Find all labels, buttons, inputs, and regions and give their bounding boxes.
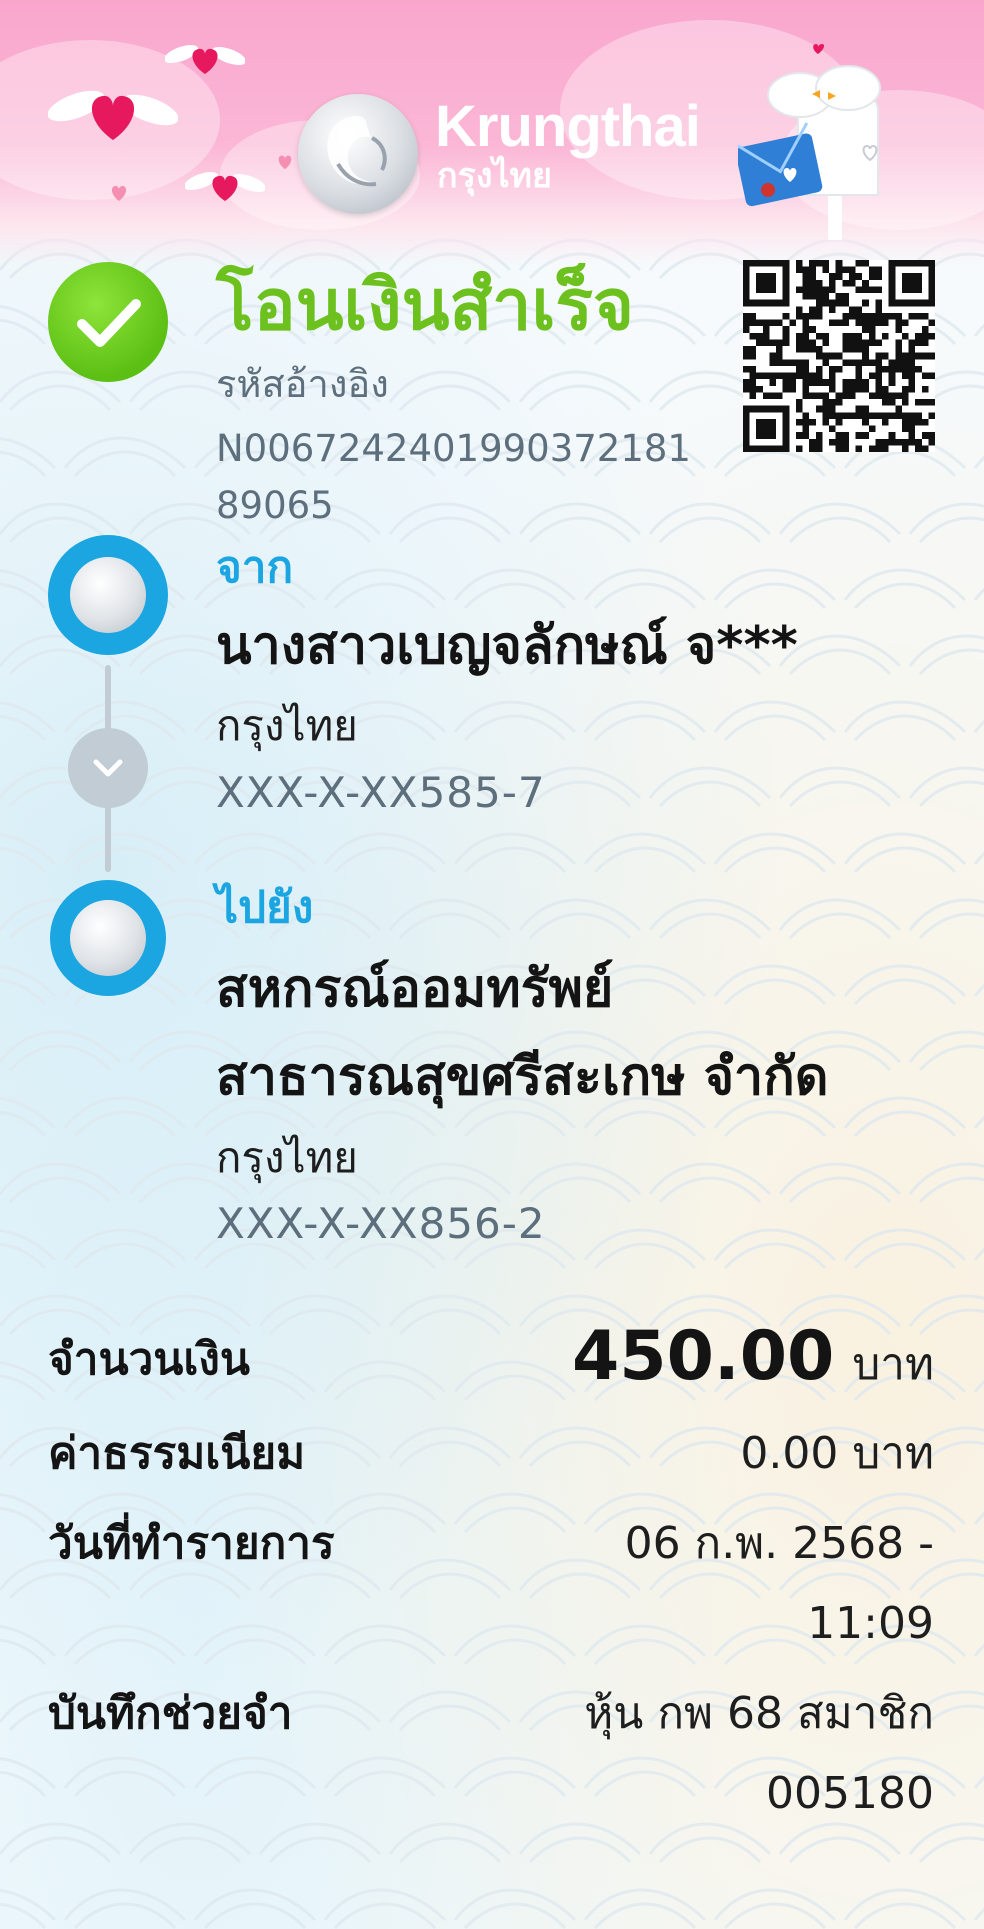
receiver-account-number: XXX-X-XX856-2	[216, 1199, 546, 1248]
small-heart-icon	[278, 155, 292, 170]
memo-label: บันทึกช่วยจำ	[48, 1688, 293, 1739]
qr-code-icon[interactable]	[743, 260, 935, 452]
from-label: จาก	[216, 542, 294, 593]
transfer-success-title: โอนเงินสำเร็จ	[216, 264, 635, 346]
sender-bank-logo	[48, 535, 168, 655]
krungthai-logo-icon	[298, 94, 418, 214]
brand-name-en: Krungthai	[435, 94, 701, 159]
receiver-bank-logo	[50, 880, 166, 996]
winged-heart-icon	[48, 90, 178, 140]
krungthai-logo-icon	[70, 900, 146, 976]
sender-bank-name: กรุงไทย	[216, 701, 358, 750]
small-heart-icon	[111, 185, 127, 201]
receiver-bank-name: กรุงไทย	[216, 1133, 358, 1182]
header-banner: Krungthai กรุงไทย	[0, 0, 984, 265]
krungthai-logo-icon	[70, 557, 146, 633]
timeline-connector	[105, 665, 111, 731]
chevron-down-icon	[68, 728, 148, 808]
amount-value-row: 450.00 บาท	[572, 1312, 934, 1410]
fee-label: ค่าธรรมเนียม	[48, 1428, 306, 1479]
to-label: ไปยัง	[216, 882, 314, 933]
reference-number: N006724240199037218189065	[216, 427, 691, 527]
receiver-name-line2: สาธารณสุขศรีสะเกษ จำกัด	[216, 1047, 829, 1107]
reference-label: รหัสอ้างอิง	[216, 362, 389, 406]
winged-heart-icon	[185, 171, 265, 201]
krungthai-wordmark: Krungthai กรุงไทย	[435, 94, 701, 195]
winged-heart-icon	[165, 44, 245, 74]
brand-name-th: กรุงไทย	[437, 157, 552, 195]
lovebirds-mailbox-icon	[738, 44, 881, 240]
sender-account-number: XXX-X-XX585-7	[216, 768, 546, 817]
sender-name: นางสาวเบญจลักษณ์ จ***	[216, 616, 798, 676]
fee-value: 0.00 บาท	[740, 1428, 934, 1479]
transaction-date-label: วันที่ทำรายการ	[48, 1518, 335, 1569]
success-check-icon	[48, 262, 168, 382]
amount-unit: บาท	[852, 1339, 934, 1390]
amount-value: 450.00	[571, 1317, 835, 1396]
transaction-date-value: 06 ก.พ. 2568 -	[624, 1518, 934, 1569]
receiver-name-line1: สหกรณ์ออมทรัพย์	[216, 959, 614, 1019]
transaction-time-value: 11:09	[807, 1598, 934, 1649]
memo-value-line1: หุ้น กพ 68 สมาชิก	[584, 1688, 934, 1739]
memo-value-line2: 005180	[766, 1768, 934, 1819]
timeline-connector	[105, 806, 111, 872]
amount-label: จำนวนเงิน	[48, 1334, 250, 1385]
